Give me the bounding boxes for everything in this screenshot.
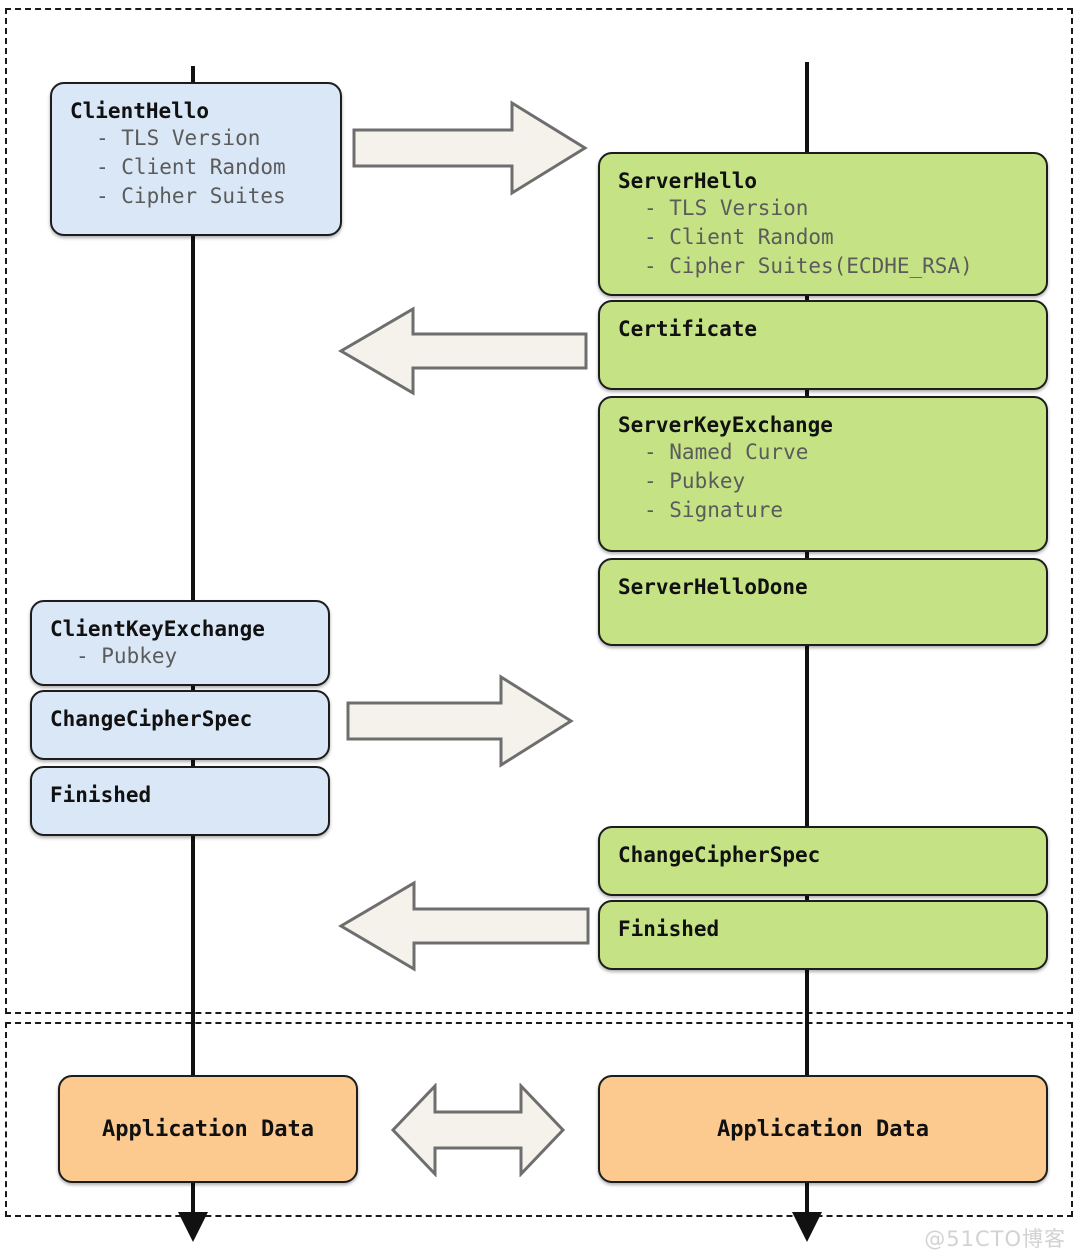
message-box-server-finished[interactable]: Finished [598,900,1048,970]
serverkeyexchange-item-1: - Pubkey [644,469,746,494]
clienthello-title: ClientHello [70,99,210,123]
message-box-server-application-data[interactable]: Application Data [598,1075,1048,1183]
serverhello-item-2: - Cipher Suites(ECDHE_RSA) [644,253,973,278]
clienthello-item-0: - TLS Version [96,126,261,151]
message-box-serverhello[interactable]: ServerHello - TLS Version - Client Rando… [598,152,1048,296]
arrow-left-serverfinished-icon [338,880,590,972]
message-box-clientkeyexchange[interactable]: ClientKeyExchange - Pubkey [30,600,330,686]
clienthello-item-2: - Cipher Suites [96,183,286,208]
clienthello-item-1: - Client Random [96,155,286,180]
serverhellodone-title: ServerHelloDone [618,575,808,599]
server-application-data-label: Application Data [717,1116,929,1142]
arrow-right-clienthello-icon [352,100,588,196]
arrow-right-clientkeyexchange-icon [346,674,574,768]
server-changecipherspec-title: ChangeCipherSpec [618,843,821,867]
message-box-server-changecipherspec[interactable]: ChangeCipherSpec [598,826,1048,896]
tls-handshake-diagram: ClientHello - TLS Version - Client Rando… [0,0,1080,1259]
arrow-left-serverhello-icon [338,306,588,396]
message-box-client-changecipherspec[interactable]: ChangeCipherSpec [30,690,330,760]
serverkeyexchange-title: ServerKeyExchange [618,413,833,437]
server-lifeline-arrowhead-icon [792,1212,822,1242]
serverhello-item-1: - Client Random [644,225,834,250]
client-lifeline-arrowhead-icon [178,1212,208,1242]
message-box-certificate[interactable]: Certificate [598,300,1048,390]
serverhello-item-0: - TLS Version [644,196,809,221]
message-box-client-finished[interactable]: Finished [30,766,330,836]
clientkeyexchange-title: ClientKeyExchange [50,617,265,641]
clientkeyexchange-item-0: - Pubkey [76,644,178,669]
serverhello-title: ServerHello [618,169,758,193]
certificate-title: Certificate [618,317,758,341]
server-finished-title: Finished [618,917,720,941]
client-finished-title: Finished [50,783,152,807]
serverkeyexchange-item-2: - Signature [644,497,784,522]
client-application-data-label: Application Data [102,1116,314,1142]
message-box-client-application-data[interactable]: Application Data [58,1075,358,1183]
watermark-label: @51CTO博客 [924,1227,1066,1251]
client-changecipherspec-title: ChangeCipherSpec [50,707,253,731]
serverkeyexchange-item-0: - Named Curve [644,440,809,465]
arrow-bidirectional-application-data-icon [390,1083,566,1177]
message-box-clienthello[interactable]: ClientHello - TLS Version - Client Rando… [50,82,342,236]
message-box-serverhellodone[interactable]: ServerHelloDone [598,558,1048,646]
message-box-serverkeyexchange[interactable]: ServerKeyExchange - Named Curve - Pubkey… [598,396,1048,552]
